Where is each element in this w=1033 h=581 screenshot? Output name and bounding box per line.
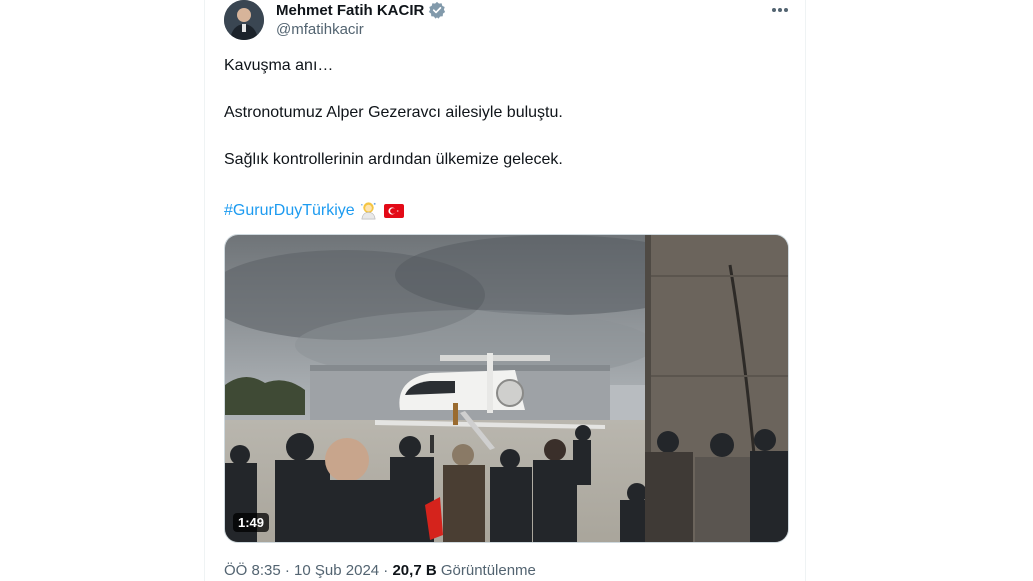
more-dot-icon [778,8,782,12]
video-duration-badge: 1:49 [233,513,270,532]
meta-separator: · [280,562,295,579]
video-player[interactable]: 1:49 [224,234,789,543]
tweet-text-line-3: Sağlık kontrollerinin ardından ülkemize … [224,151,563,168]
tweet-hashtag-line: #GururDuyTürkiye [224,201,404,220]
avatar[interactable] [224,0,264,40]
tweet-text-line-1: Kavuşma anı… [224,57,334,74]
right-column-divider [805,0,806,581]
views-label: Görüntülenme [440,562,536,579]
author-name[interactable]: Mehmet Fatih KACIR [276,1,446,19]
more-dot-icon [784,8,788,12]
left-column-divider [204,0,205,581]
hashtag-link[interactable]: #GururDuyTürkiye [224,202,355,220]
astronaut-emoji-icon [360,202,376,220]
author-handle[interactable]: @mfatihkacir [276,21,364,38]
views-count: 20,7 B [392,562,437,579]
author-name-text[interactable]: Mehmet Fatih KACIR [276,2,424,19]
tweet-text-line-2: Astronotumuz Alper Gezeravcı ailesiyle b… [224,104,563,121]
tweet-time[interactable]: ÖÖ 8:35 [224,562,281,579]
verified-badge-icon [429,1,446,19]
more-options-button[interactable] [766,0,794,20]
tweet-meta: ÖÖ 8:35 · 10 Şub 2024 · 20,7 B Görüntüle… [224,562,536,579]
tweet-date[interactable]: 10 Şub 2024 [294,562,379,579]
video-thumbnail [225,235,788,542]
meta-separator: · [379,562,393,579]
turkey-flag-icon [383,203,404,218]
more-dot-icon [772,8,776,12]
